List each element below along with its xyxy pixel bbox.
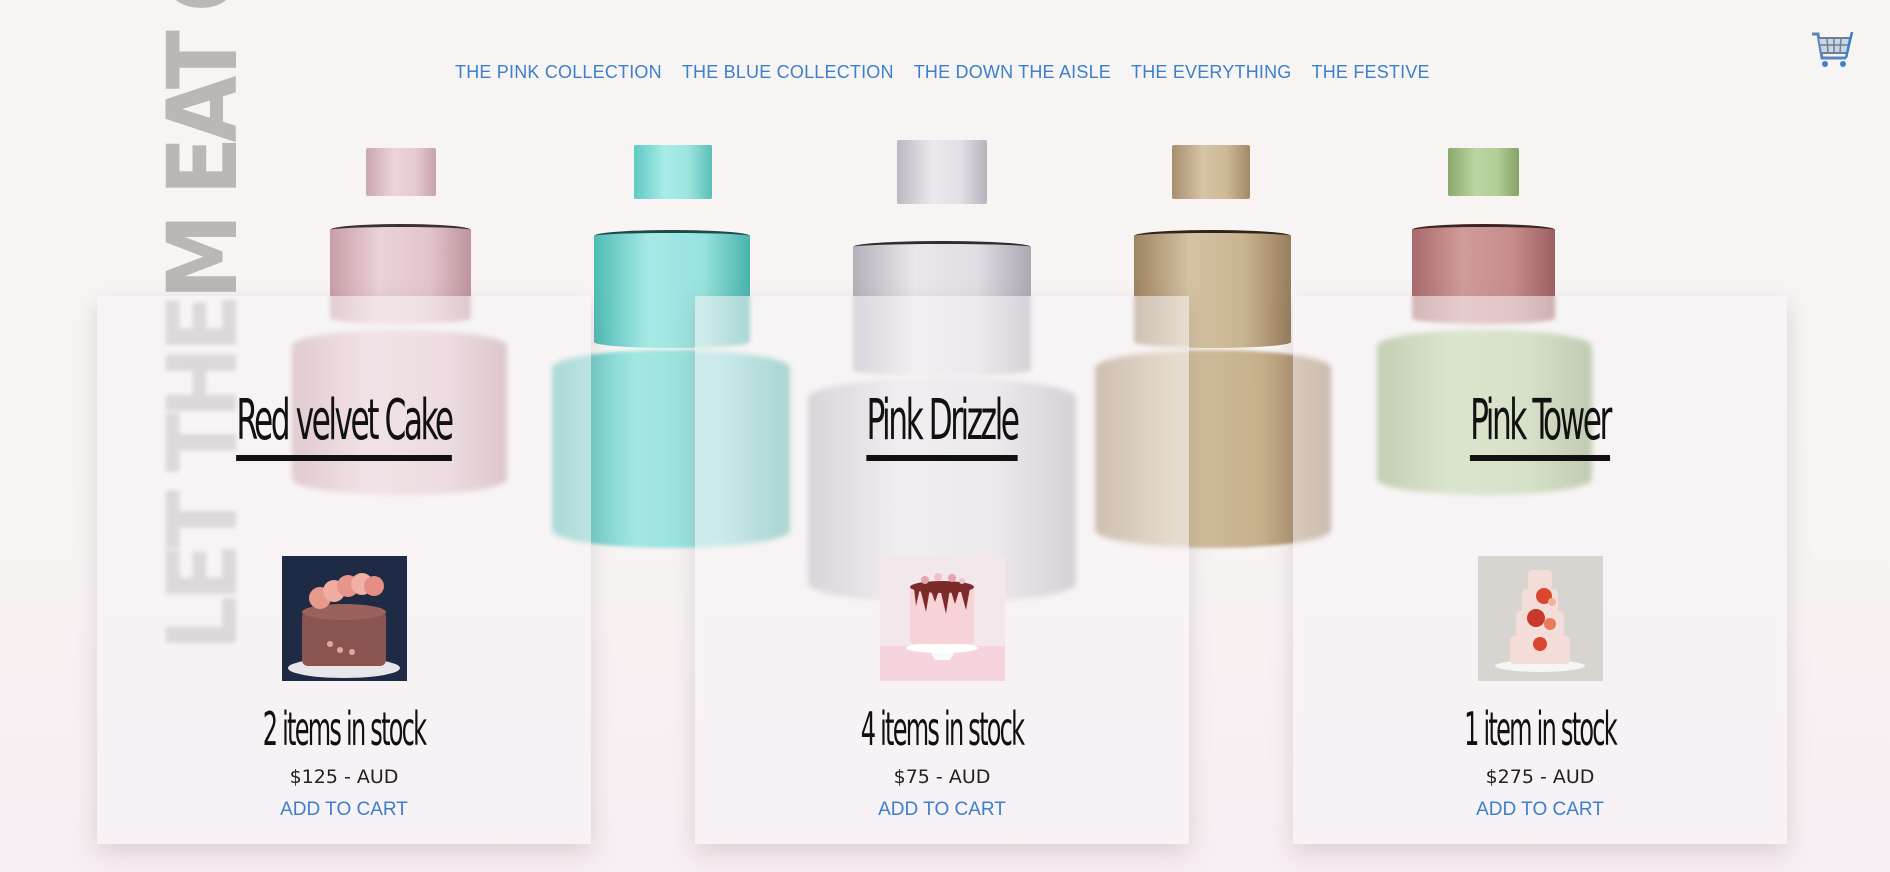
product-card: Pink Tower 1 item in stock $275 - AUD AD… <box>1293 296 1787 844</box>
product-title[interactable]: Red velvet Cake <box>191 388 497 461</box>
stock-status: 2 items in stock <box>262 702 427 756</box>
stock-status: 1 item in stock <box>1464 702 1618 756</box>
product-title[interactable]: Pink Tower <box>1387 388 1693 461</box>
stock-status: 4 items in stock <box>860 702 1025 756</box>
product-image[interactable] <box>282 556 407 681</box>
product-image[interactable] <box>1478 556 1603 681</box>
add-to-cart-button[interactable]: ADD TO CART <box>695 799 1189 821</box>
product-price: $125 - AUD <box>289 766 399 788</box>
add-to-cart-button[interactable]: ADD TO CART <box>97 799 591 821</box>
product-card: Pink Drizzle 4 items in stock $75 - AUD … <box>695 296 1189 844</box>
product-grid: Red velvet Cake 2 items in stock $125 - … <box>0 0 1890 872</box>
product-price: $275 - AUD <box>1485 766 1595 788</box>
product-price: $75 - AUD <box>893 766 991 788</box>
add-to-cart-button[interactable]: ADD TO CART <box>1293 799 1787 821</box>
product-title[interactable]: Pink Drizzle <box>789 388 1095 461</box>
product-image[interactable] <box>880 556 1005 681</box>
product-card: Red velvet Cake 2 items in stock $125 - … <box>97 296 591 844</box>
